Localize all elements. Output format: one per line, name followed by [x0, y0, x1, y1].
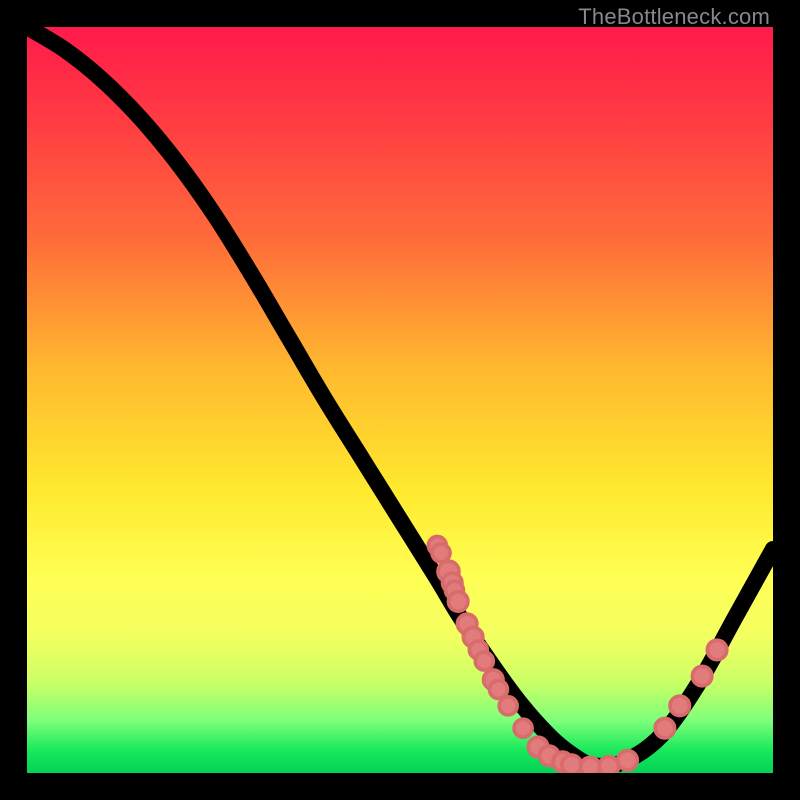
data-marker [599, 757, 618, 773]
data-marker [514, 719, 532, 737]
plot-area [27, 27, 773, 773]
data-marker [581, 757, 600, 773]
data-marker [499, 697, 517, 715]
data-marker [670, 696, 689, 715]
marker-group [428, 537, 726, 773]
data-marker [707, 640, 726, 659]
chart-container: TheBottleneck.com [0, 0, 800, 800]
chart-svg [27, 27, 773, 773]
data-marker [692, 666, 711, 685]
data-marker [475, 652, 493, 670]
data-marker [562, 755, 581, 773]
data-marker [618, 751, 637, 770]
data-marker [432, 544, 450, 562]
data-marker [448, 592, 467, 611]
data-marker [655, 719, 674, 738]
bottleneck-curve [27, 27, 773, 766]
